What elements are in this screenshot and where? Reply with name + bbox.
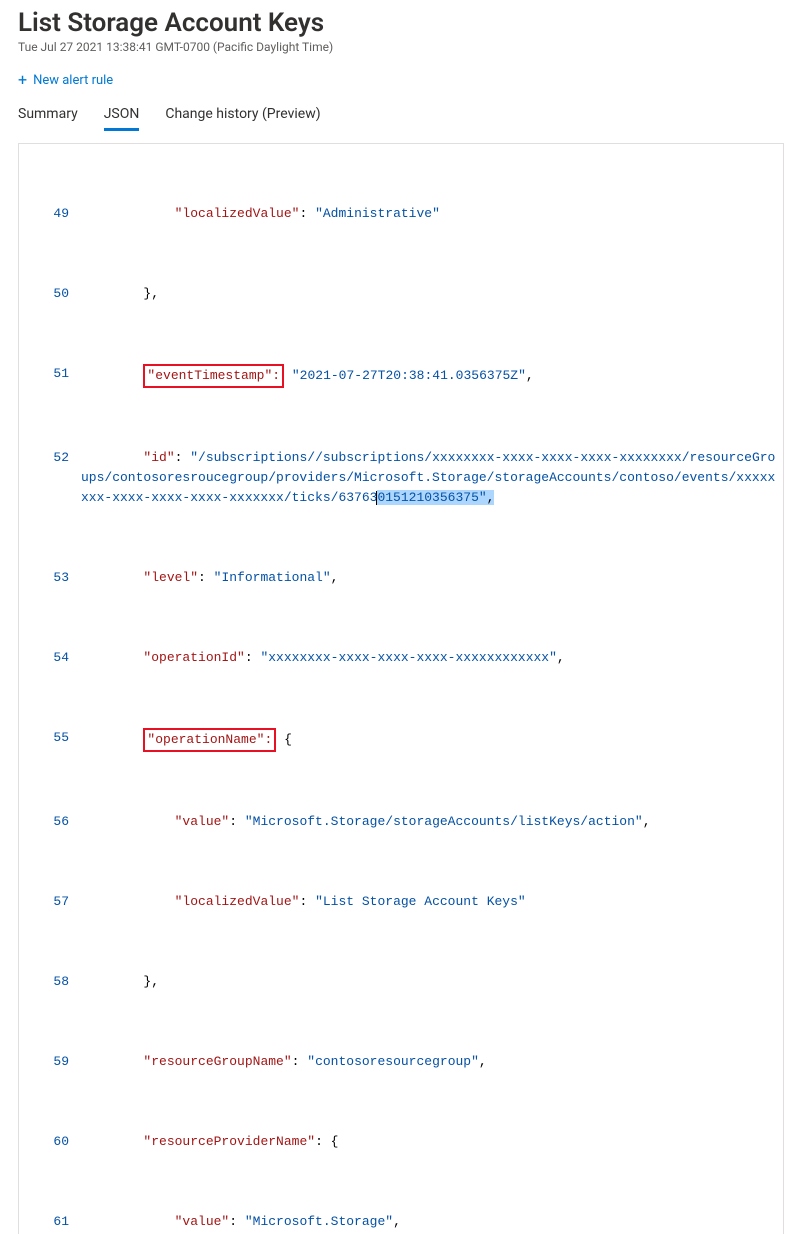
tab-json[interactable]: JSON <box>104 106 140 131</box>
code-line: "operationId": "xxxxxxxx-xxxx-xxxx-xxxx-… <box>81 648 783 668</box>
line-number: 54 <box>19 648 81 668</box>
tab-change-history[interactable]: Change history (Preview) <box>165 106 320 131</box>
tab-summary[interactable]: Summary <box>18 106 78 131</box>
code-line: "resourceGroupName": "contosoresourcegro… <box>81 1052 783 1072</box>
code-line: "eventTimestamp": "2021-07-27T20:38:41.0… <box>81 364 783 388</box>
line-number: 60 <box>19 1132 81 1152</box>
line-number: 55 <box>19 728 81 752</box>
highlight-box-event-timestamp: "eventTimestamp": <box>143 364 284 388</box>
page-title: List Storage Account Keys <box>18 8 784 38</box>
code-line: "value": "Microsoft.Storage/storageAccou… <box>81 812 783 832</box>
tab-strip: Summary JSON Change history (Preview) <box>18 106 784 131</box>
code-line: "id": "/subscriptions//subscriptions/xxx… <box>81 448 783 508</box>
plus-icon: + <box>18 72 27 88</box>
line-number: 61 <box>19 1212 81 1232</box>
new-alert-rule-label: New alert rule <box>33 73 113 88</box>
code-line: "level": "Informational", <box>81 568 783 588</box>
line-number: 56 <box>19 812 81 832</box>
line-number: 59 <box>19 1052 81 1072</box>
selected-text: 0151210356375" <box>377 490 486 505</box>
code-line: }, <box>81 284 783 304</box>
code-line: "localizedValue": "List Storage Account … <box>81 892 783 912</box>
line-number: 53 <box>19 568 81 588</box>
line-number: 52 <box>19 448 81 508</box>
highlight-box-operation-name: "operationName": <box>143 728 276 752</box>
json-viewer[interactable]: 49 "localizedValue": "Administrative" 50… <box>18 143 784 1234</box>
code-line: "resourceProviderName": { <box>81 1132 783 1152</box>
code-line: "operationName": { <box>81 728 783 752</box>
line-number: 51 <box>19 364 81 388</box>
line-number: 58 <box>19 972 81 992</box>
code-line: }, <box>81 972 783 992</box>
code-line: "localizedValue": "Administrative" <box>81 204 783 224</box>
line-number: 57 <box>19 892 81 912</box>
new-alert-rule-button[interactable]: + New alert rule <box>18 72 113 88</box>
line-number: 50 <box>19 284 81 304</box>
page-subtitle-timestamp: Tue Jul 27 2021 13:38:41 GMT-0700 (Pacif… <box>18 40 784 54</box>
code-line: "value": "Microsoft.Storage", <box>81 1212 783 1232</box>
line-number: 49 <box>19 204 81 224</box>
